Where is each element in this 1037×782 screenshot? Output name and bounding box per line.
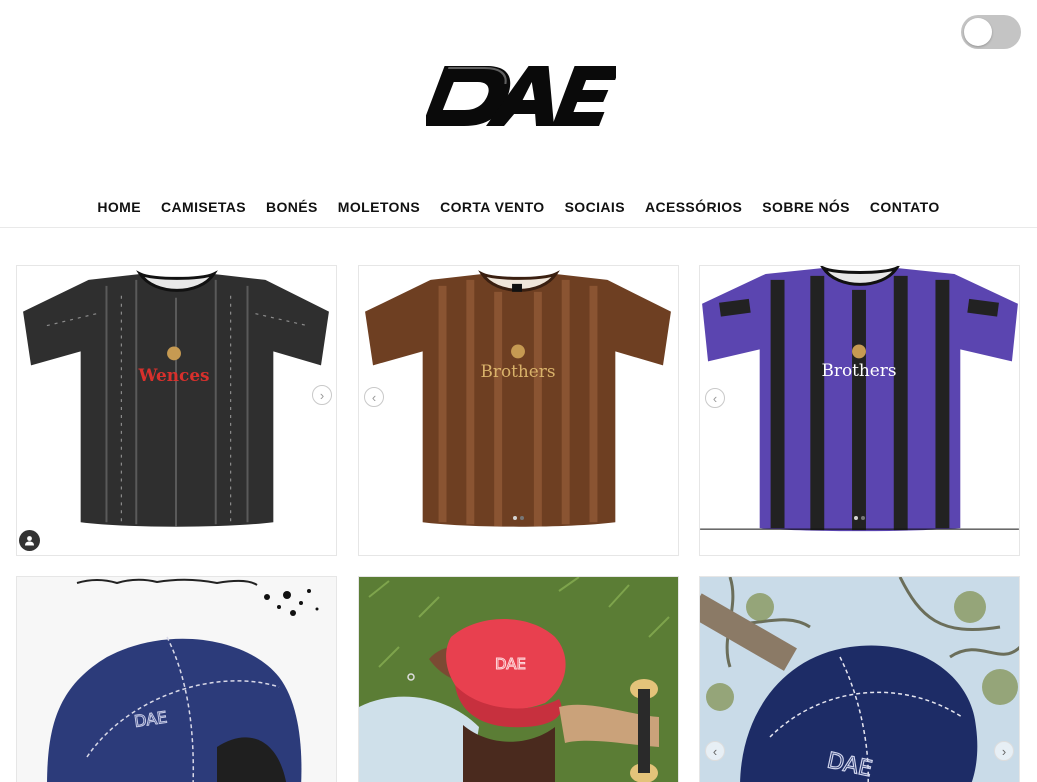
- nav-item-sobre-nos[interactable]: SOBRE NÓS: [762, 199, 850, 215]
- sponsor-text: Wences: [137, 365, 209, 385]
- product-card[interactable]: DAE ‹ ›: [699, 576, 1020, 782]
- chevron-left-icon: ‹: [371, 389, 377, 405]
- nav-item-acessorios[interactable]: ACESSÓRIOS: [645, 199, 742, 215]
- sponsor-text: Brothers: [822, 360, 897, 380]
- user-avatar-button[interactable]: [19, 530, 40, 551]
- chevron-right-icon: ›: [319, 387, 325, 403]
- chevron-left-icon: ‹: [712, 743, 718, 759]
- carousel-dots: [513, 516, 524, 520]
- nav-item-bones[interactable]: BONÉS: [266, 199, 318, 215]
- product-card[interactable]: Brothers ‹: [699, 265, 1020, 556]
- carousel-dot[interactable]: [513, 516, 517, 520]
- carousel-next-button[interactable]: ›: [994, 741, 1014, 761]
- chevron-right-icon: ›: [1001, 743, 1007, 759]
- user-icon: [25, 536, 34, 546]
- carousel-dots: [854, 516, 865, 520]
- product-card[interactable]: DAE: [16, 576, 337, 782]
- theme-toggle[interactable]: [961, 15, 1021, 49]
- carousel-next-button[interactable]: ›: [312, 385, 332, 405]
- carousel-prev-button[interactable]: ‹: [364, 387, 384, 407]
- carousel-dot-active[interactable]: [861, 516, 865, 520]
- cap-photo: DAE: [700, 577, 1019, 782]
- main-nav: HOME CAMISETAS BONÉS MOLETONS CORTA VENT…: [0, 186, 1037, 228]
- nav-item-contato[interactable]: CONTATO: [870, 199, 940, 215]
- sponsor-text: Brothers: [481, 361, 556, 381]
- toggle-knob: [964, 18, 992, 46]
- nav-item-corta-vento[interactable]: CORTA VENTO: [440, 199, 544, 215]
- product-card[interactable]: DAE: [358, 576, 679, 782]
- nav-item-camisetas[interactable]: CAMISETAS: [161, 199, 246, 215]
- nav-item-sociais[interactable]: SOCIAIS: [565, 199, 625, 215]
- nav-item-home[interactable]: HOME: [97, 199, 141, 215]
- jersey-image: Brothers: [365, 270, 671, 527]
- carousel-dot-active[interactable]: [520, 516, 524, 520]
- carousel-dot[interactable]: [854, 516, 858, 520]
- carousel-prev-button[interactable]: ‹: [705, 388, 725, 408]
- cap-photo: DAE: [17, 577, 336, 782]
- nav-item-moletons[interactable]: MOLETONS: [338, 199, 420, 215]
- product-card[interactable]: Brothers ‹: [358, 265, 679, 556]
- jersey-image: Wences: [23, 270, 329, 527]
- chevron-left-icon: ‹: [712, 390, 718, 406]
- product-card[interactable]: Wences ›: [16, 265, 337, 556]
- carousel-prev-button[interactable]: ‹: [705, 741, 725, 761]
- dae-logo[interactable]: [422, 58, 621, 134]
- jersey-image: Brothers: [700, 266, 1019, 532]
- cap-photo: DAE: [359, 577, 678, 782]
- cap-logo-text: DAE: [495, 655, 526, 673]
